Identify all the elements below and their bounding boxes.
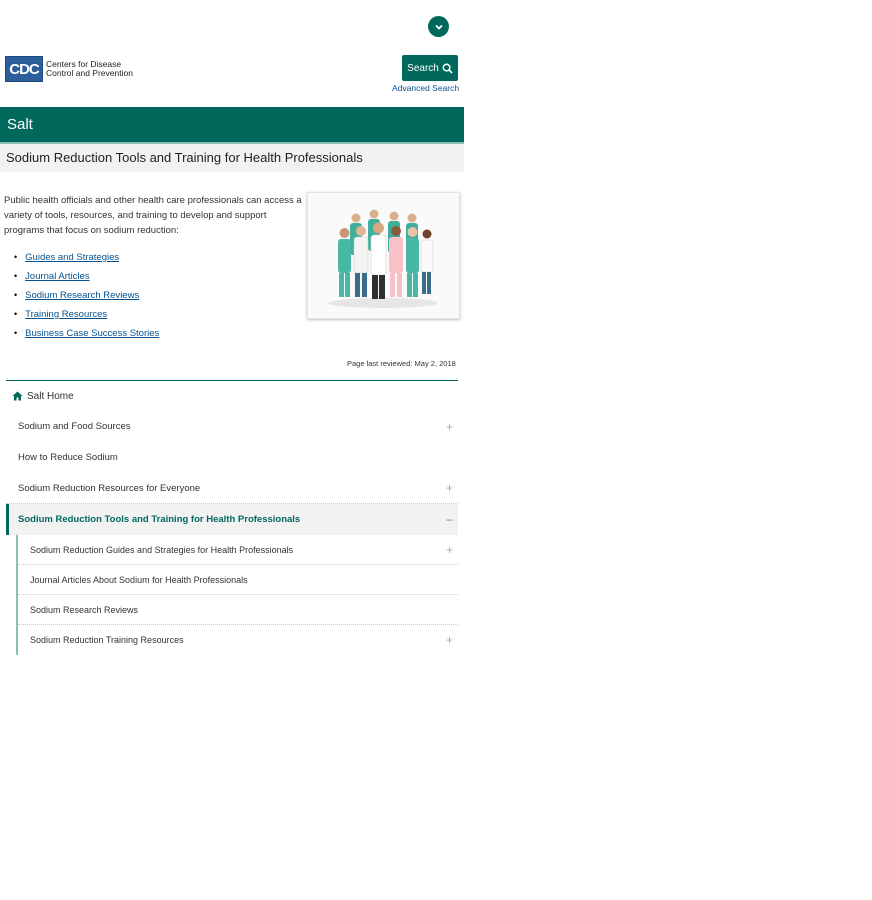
chevron-down-icon xyxy=(434,24,443,30)
nav-item-label: Sodium Reduction Tools and Training for … xyxy=(18,514,301,525)
subnav-item-label: Journal Articles About Sodium for Health… xyxy=(30,574,248,585)
home-icon xyxy=(12,391,23,401)
sub-navigation: Sodium Reduction Guides and Strategies f… xyxy=(16,535,458,655)
page-title-bar: Sodium Reduction Tools and Training for … xyxy=(0,142,464,172)
subnav-item-guides-and-strategies[interactable]: Sodium Reduction Guides and Strategies f… xyxy=(18,535,458,565)
search-button[interactable]: Search xyxy=(402,55,458,81)
link-business-case-success-stories[interactable]: Business Case Success Stories xyxy=(25,328,159,339)
expand-plus-icon[interactable]: + xyxy=(446,633,453,647)
collapse-minus-icon[interactable]: − xyxy=(446,513,453,527)
subnav-item-training-resources[interactable]: Sodium Reduction Training Resources + xyxy=(18,625,458,655)
subnav-item-label: Sodium Research Reviews xyxy=(30,604,139,615)
nav-item-label: Sodium Reduction Resources for Everyone xyxy=(18,482,201,494)
group-of-professionals-image xyxy=(328,209,438,308)
search-icon xyxy=(442,63,453,74)
list-item: Journal Articles xyxy=(14,267,159,286)
link-guides-and-strategies[interactable]: Guides and Strategies xyxy=(25,252,119,263)
expand-plus-icon[interactable]: + xyxy=(446,420,453,434)
health-professionals-photo xyxy=(307,192,460,319)
nav-item-how-to-reduce-sodium[interactable]: How to Reduce Sodium xyxy=(6,442,458,473)
cdc-logo-text: Centers for Disease Control and Preventi… xyxy=(46,60,133,78)
resource-links-list: Guides and Strategies Journal Articles S… xyxy=(14,248,159,343)
list-item: Guides and Strategies xyxy=(14,248,159,267)
list-item: Training Resources xyxy=(14,305,159,324)
page-title: Sodium Reduction Tools and Training for … xyxy=(6,150,363,165)
link-sodium-research-reviews[interactable]: Sodium Research Reviews xyxy=(25,290,139,301)
expand-toggle-button[interactable] xyxy=(428,16,449,37)
list-item: Business Case Success Stories xyxy=(14,324,159,343)
search-button-label: Search xyxy=(407,62,439,74)
subnav-item-journal-articles[interactable]: Journal Articles About Sodium for Health… xyxy=(18,565,458,595)
cdc-logo[interactable]: CDC Centers for Disease Control and Prev… xyxy=(5,56,133,82)
site-title-bar: Salt xyxy=(0,107,464,142)
nav-home-label: Salt Home xyxy=(27,390,74,402)
nav-item-label: Sodium and Food Sources xyxy=(18,421,131,432)
page-last-reviewed: Page last reviewed: May 2, 2018 xyxy=(347,359,456,368)
intro-paragraph: Public health officials and other health… xyxy=(4,195,302,236)
nav-item-resources-for-everyone[interactable]: Sodium Reduction Resources for Everyone … xyxy=(6,473,458,504)
site-title[interactable]: Salt xyxy=(7,116,33,133)
link-training-resources[interactable]: Training Resources xyxy=(25,309,107,320)
advanced-search-link[interactable]: Advanced Search xyxy=(392,83,459,93)
nav-item-label: How to Reduce Sodium xyxy=(18,452,118,463)
subnav-item-label: Sodium Reduction Training Resources xyxy=(30,635,184,645)
subnav-item-label: Sodium Reduction Guides and Strategies f… xyxy=(30,544,294,555)
expand-plus-icon[interactable]: + xyxy=(446,543,453,557)
expand-plus-icon[interactable]: + xyxy=(446,481,453,495)
nav-salt-home[interactable]: Salt Home xyxy=(6,381,458,411)
cdc-logo-mark: CDC xyxy=(5,56,43,82)
list-item: Sodium Research Reviews xyxy=(14,286,159,305)
nav-item-sodium-and-food-sources[interactable]: Sodium and Food Sources + xyxy=(6,411,458,442)
subnav-item-research-reviews[interactable]: Sodium Research Reviews xyxy=(18,595,458,625)
link-journal-articles[interactable]: Journal Articles xyxy=(25,271,89,282)
side-navigation: Salt Home Sodium and Food Sources + How … xyxy=(6,380,458,655)
nav-item-tools-and-training-active[interactable]: Sodium Reduction Tools and Training for … xyxy=(6,504,458,535)
logo-line-2: Control and Prevention xyxy=(46,68,133,78)
